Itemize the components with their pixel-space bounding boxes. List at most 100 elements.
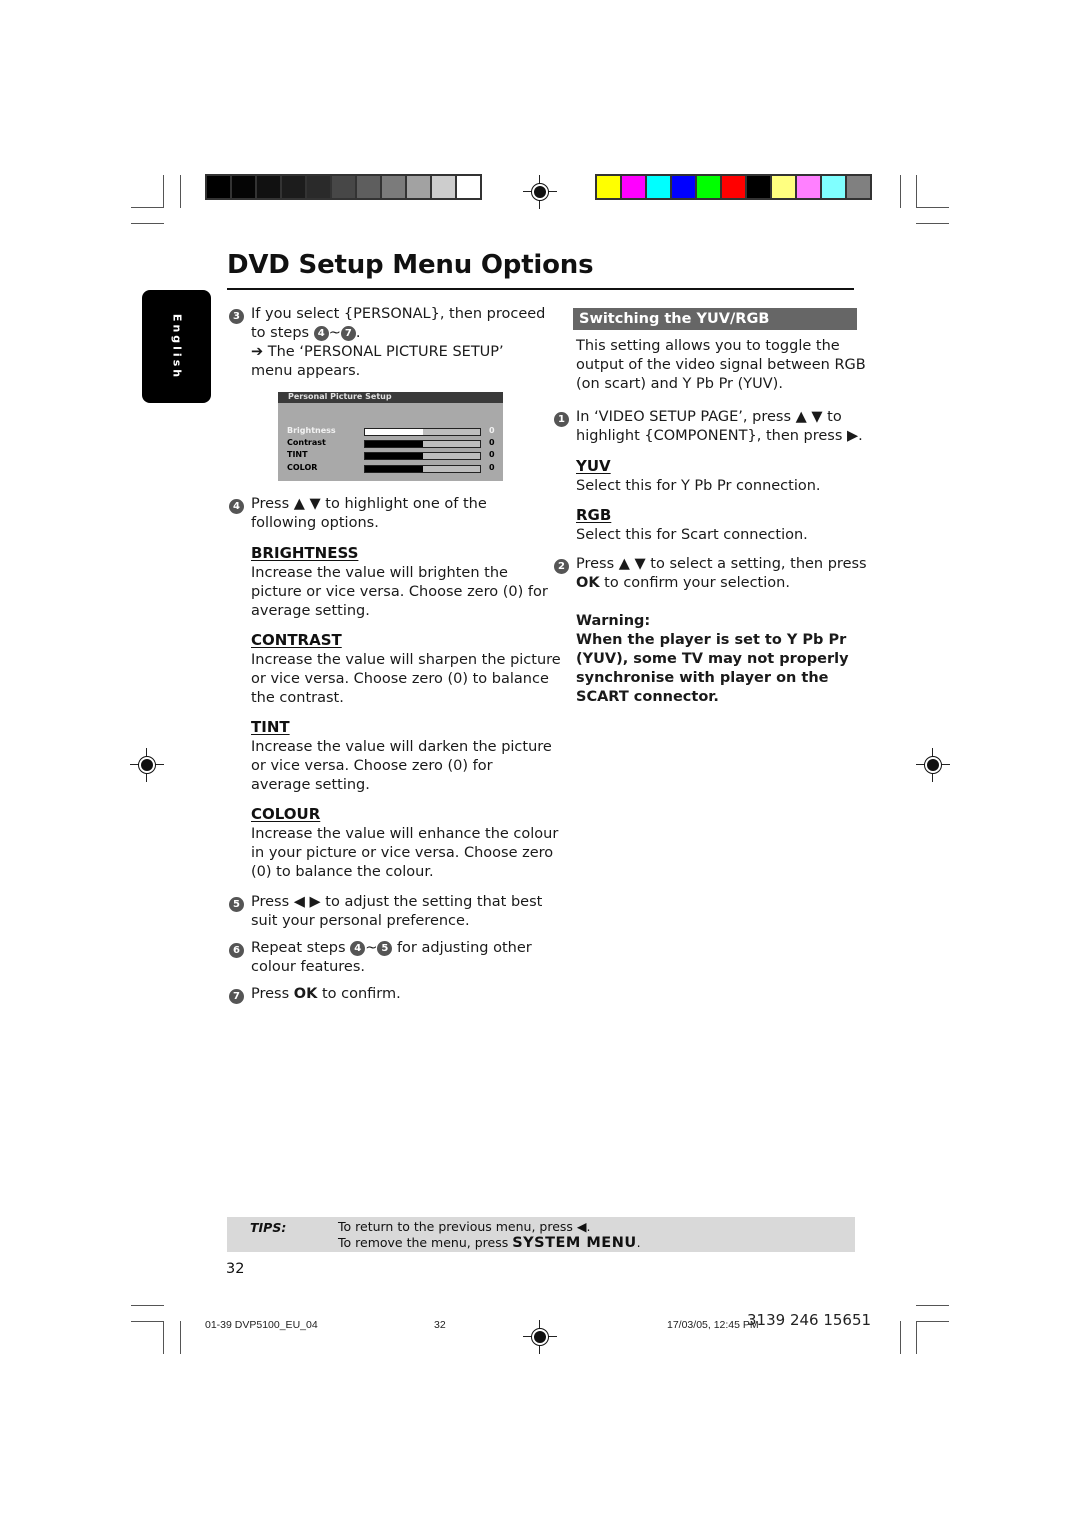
step-number-7: 7 [229,985,244,1004]
color-calibration-bar [595,174,872,200]
option-text-brightness: Increase the value will brighten the pic… [251,565,548,619]
tips-line-1: To return to the previous menu, press ◀. [338,1219,591,1234]
menu-row-slider [364,452,481,460]
grayscale-swatch [307,176,330,198]
option-heading-tint: TINT [251,718,290,736]
option-text-rgb: Select this for Scart connection. [576,527,808,543]
option-text-yuv: Select this for Y Pb Pr connection. [576,478,821,494]
step-2-text: Press ▲ ▼ to select a setting, then pres… [576,556,867,591]
color-swatch [772,176,795,198]
step-number-2: 2 [554,555,569,574]
registration-mark-icon [523,1320,557,1354]
menu-row-label: COLOR [287,463,318,472]
color-swatch [847,176,870,198]
title-divider [227,288,854,290]
menu-row-slider [364,440,481,448]
crop-mark [131,207,164,208]
menu-row-slider [364,465,481,473]
crop-mark [180,1321,181,1354]
tips-line-2: To remove the menu, press SYSTEM MENU. [338,1235,641,1251]
step-number-1: 1 [554,408,569,427]
footer-code: 3139 246 15651 [747,1311,872,1329]
menu-row-value: 0 [489,463,495,472]
crop-mark [916,1305,949,1306]
grayscale-swatch [457,176,480,198]
menu-row: COLOR 0 [287,463,497,475]
page-title: DVD Setup Menu Options [227,250,594,280]
grayscale-calibration-bar [205,174,482,200]
menu-row-label: Contrast [287,438,326,447]
menu-row-slider [364,428,481,436]
grayscale-swatch [207,176,230,198]
option-heading-rgb: RGB [576,506,612,524]
step-7-text: Press OK to confirm. [251,986,401,1002]
grayscale-swatch [407,176,430,198]
step-3-text: If you select {PERSONAL}, then proceed t… [251,306,546,379]
language-tab: English [142,290,211,403]
personal-picture-setup-menu: Personal Picture Setup Brightness 0 Contra… [278,392,503,481]
color-swatch [697,176,720,198]
tips-label: TIPS: [250,1220,287,1235]
crop-mark [916,1321,917,1354]
option-heading-yuv: YUV [576,457,611,475]
step-4-text: Press ▲ ▼ to highlight one of the follow… [251,496,487,531]
menu-row: Contrast 0 [287,438,497,450]
option-text-contrast: Increase the value will sharpen the pict… [251,652,561,706]
step-6-text: Repeat steps 4 ~5 for adjusting other col… [251,940,532,975]
crop-mark [900,1321,901,1354]
registration-mark-icon [916,748,950,782]
menu-row-slider-fill [365,441,423,447]
color-swatch [822,176,845,198]
color-swatch [672,176,695,198]
menu-row-slider-fill [365,429,423,435]
crop-mark [180,175,181,208]
section-heading-yuv-rgb: Switching the YUV/RGB [573,308,857,330]
menu-row-label: TINT [287,450,308,459]
crop-mark [916,223,949,224]
menu-title: Personal Picture Setup [278,392,503,403]
grayscale-swatch [257,176,280,198]
menu-row-value: 0 [489,438,495,447]
menu-row: Brightness 0 [287,426,497,438]
crop-mark [916,207,949,208]
color-swatch [647,176,670,198]
grayscale-swatch [332,176,355,198]
footer-page: 32 [434,1319,446,1331]
warning-block: Warning: When the player is set to Y Pb … [576,613,849,705]
page-number: 32 [226,1261,245,1277]
menu-row-value: 0 [489,450,495,459]
tips-box: TIPS: To return to the previous menu, pr… [227,1217,855,1252]
color-swatch [722,176,745,198]
option-heading-contrast: CONTRAST [251,631,342,649]
crop-mark [163,1321,164,1354]
section-intro: This setting allows you to toggle the ou… [576,338,866,392]
grayscale-swatch [357,176,380,198]
crop-mark [163,175,164,208]
crop-mark [916,175,917,208]
registration-mark-icon [523,175,557,209]
menu-row-value: 0 [489,426,495,435]
step-number-3: 3 [229,305,244,324]
color-swatch [747,176,770,198]
grayscale-swatch [232,176,255,198]
option-heading-brightness: BRIGHTNESS [251,544,359,562]
step-number-5: 5 [229,893,244,912]
crop-mark [916,1321,949,1322]
step-1-text: In ‘VIDEO SETUP PAGE’, press ▲ ▼ to high… [576,409,863,444]
step-number-4: 4 [229,495,244,514]
step-5-text: Press ◀ ▶ to adjust the setting that bes… [251,894,543,929]
footer-filename: 01-39 DVP5100_EU_04 [205,1319,318,1331]
menu-row-label: Brightness [287,426,336,435]
crop-mark [900,175,901,208]
step-number-6: 6 [229,939,244,958]
menu-row-slider-fill [365,466,423,472]
crop-mark [131,223,164,224]
menu-row-slider-fill [365,453,423,459]
crop-mark [131,1305,164,1306]
grayscale-swatch [432,176,455,198]
crop-mark [131,1321,164,1322]
grayscale-swatch [282,176,305,198]
option-text-colour: Increase the value will enhance the colo… [251,826,559,880]
grayscale-swatch [382,176,405,198]
language-label: English [170,313,183,380]
